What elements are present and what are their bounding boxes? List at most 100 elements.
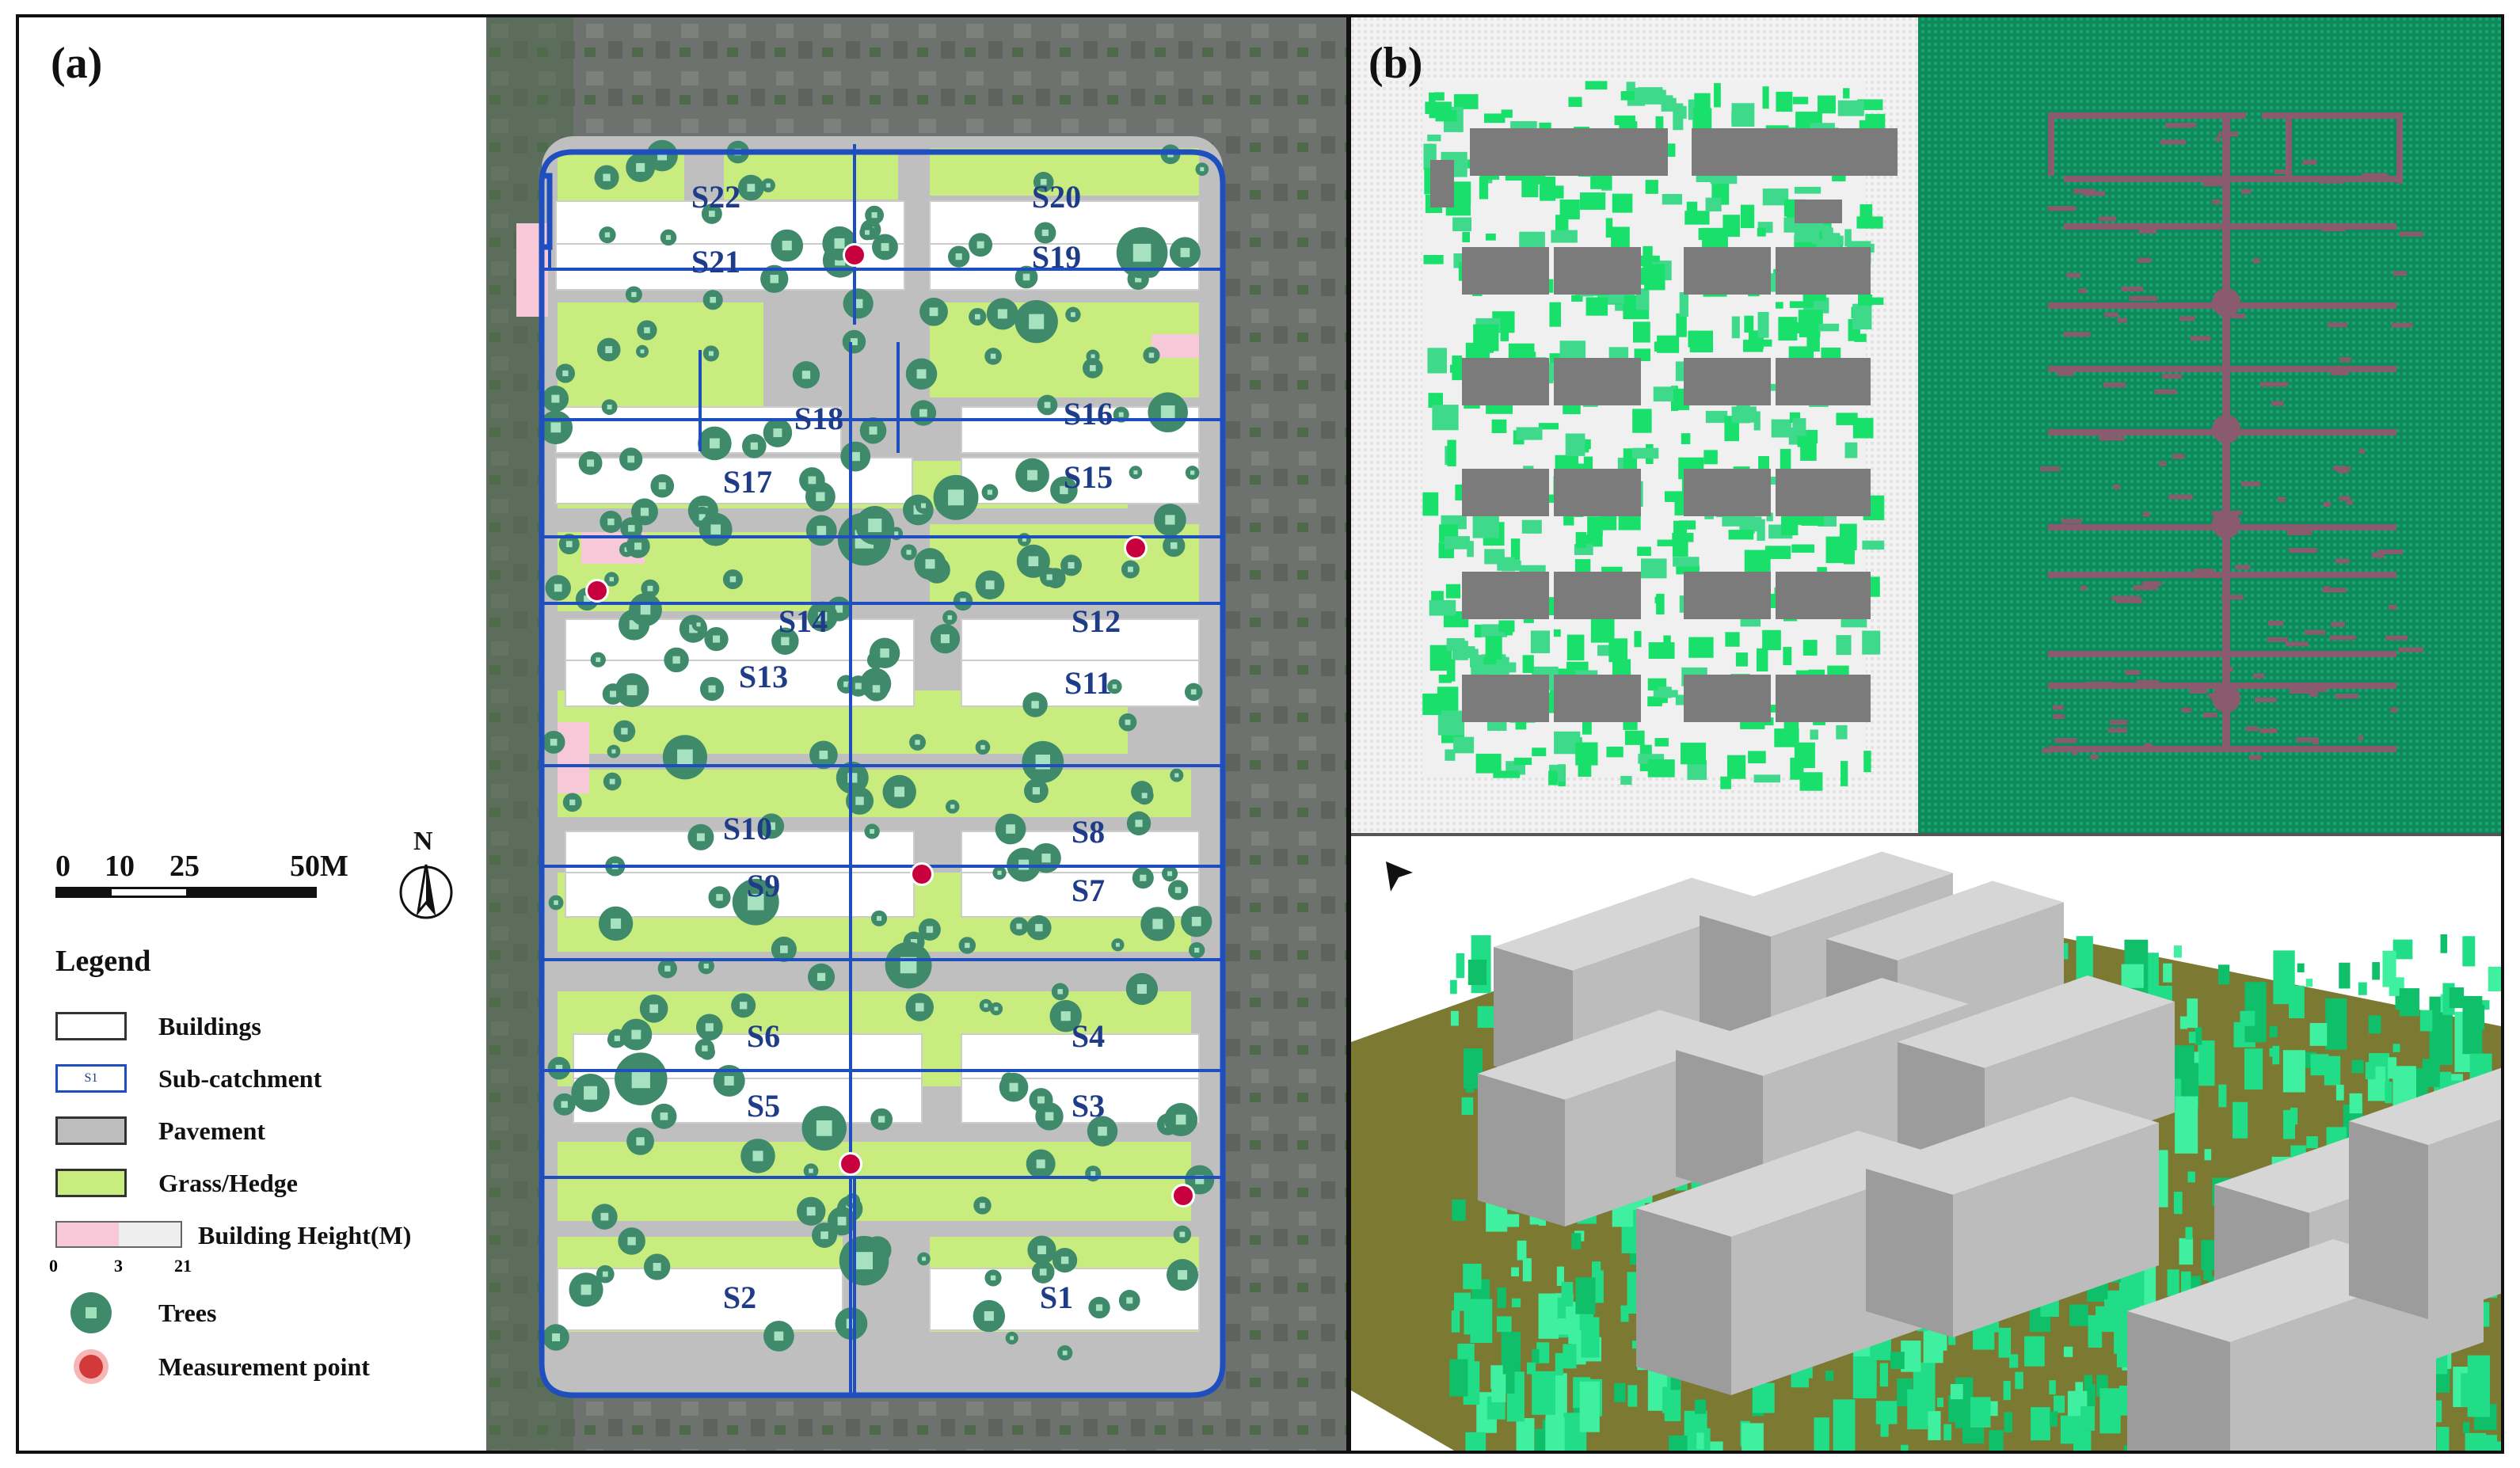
tree-center <box>1125 719 1131 725</box>
figure-frame: (a) 0 10 25 50M N Legend Buildings S1 Su… <box>16 14 2504 1454</box>
vegetation-cell <box>1612 193 1633 213</box>
vegetation-voxel <box>2282 1050 2305 1093</box>
legend-label-building-height: Building Height(M) <box>198 1221 412 1249</box>
vegetation-cell <box>1740 204 1755 229</box>
panel-a-label: (a) <box>51 39 103 88</box>
plan-building <box>1684 469 1771 516</box>
vegetation-voxel <box>1532 1371 1555 1415</box>
plan-view-content <box>1422 81 1898 791</box>
vegetation-voxel <box>2269 1048 2277 1057</box>
vegetation-cell <box>1844 442 1858 458</box>
tree-center <box>801 371 811 379</box>
vegetation-voxel <box>2179 1238 2194 1265</box>
vegetation-cell <box>1658 686 1672 698</box>
vegetation-cell <box>1657 539 1677 546</box>
measurement-point-icon <box>74 1349 108 1384</box>
drainage-stub <box>2252 258 2260 264</box>
tree-center <box>819 751 828 759</box>
drainage-stub <box>2398 647 2424 652</box>
drainage-stub <box>2190 336 2211 341</box>
height-scale-3: 3 <box>114 1256 123 1276</box>
vegetation-voxel <box>2049 1380 2056 1395</box>
tree-center <box>1140 874 1147 881</box>
tree-center <box>611 918 622 929</box>
drainage-stub <box>2253 673 2265 679</box>
tree-center <box>834 238 845 249</box>
drainage-stub <box>2061 519 2082 524</box>
tree-center <box>602 1271 608 1277</box>
vegetation-voxel <box>2188 1032 2196 1044</box>
vegetation-cell <box>1742 340 1764 352</box>
low-building <box>558 722 589 793</box>
drainage-stub <box>2385 635 2408 641</box>
drainage-stub <box>2271 401 2284 406</box>
tree-center <box>702 1045 708 1052</box>
vegetation-cell <box>1479 177 1489 200</box>
vegetation-voxel <box>1879 1363 1889 1387</box>
tree-center <box>1174 887 1182 893</box>
tree-center <box>644 327 650 333</box>
vegetation-voxel <box>1461 1097 1474 1116</box>
drainage-stub <box>2321 226 2346 232</box>
vegetation-cell <box>1780 448 1791 471</box>
vegetation-cell <box>1521 519 1542 534</box>
drainage-node <box>2212 684 2240 713</box>
building-side <box>1478 1074 1565 1227</box>
tree-center <box>1060 1256 1069 1265</box>
tree-center <box>626 685 638 696</box>
vegetation-cell <box>1549 302 1562 327</box>
tree-center <box>1046 574 1053 580</box>
vegetation-cell <box>1532 747 1547 757</box>
vegetation-voxel <box>1522 1258 1532 1282</box>
vegetation-cell <box>1429 599 1456 616</box>
drainage-stub <box>2133 585 2158 591</box>
vegetation-voxel <box>1627 1385 1638 1407</box>
vegetation-voxel <box>2063 1346 2073 1357</box>
vegetation-voxel <box>2204 1149 2212 1161</box>
vegetation-voxel <box>1694 1399 1707 1414</box>
vegetation-voxel <box>1511 1267 1519 1277</box>
vegetation-cell <box>1727 755 1746 779</box>
vegetation-cell <box>1583 456 1593 470</box>
tree-center <box>984 1003 988 1008</box>
vegetation-voxel <box>1814 1417 1829 1451</box>
vegetation-cell <box>1854 333 1867 342</box>
drainage-stub <box>2358 736 2363 741</box>
tree-center <box>984 1310 994 1322</box>
drainage-stub <box>2040 466 2060 472</box>
panel-b: (b) <box>1351 17 2501 1451</box>
tree-center <box>631 1069 650 1089</box>
vegetation-cell <box>1582 721 1592 735</box>
vegetation-voxel <box>1451 1310 1460 1333</box>
vegetation-cell <box>1689 330 1714 352</box>
drainage-stub <box>2267 621 2284 626</box>
grass-swatch <box>55 1169 127 1197</box>
building-side <box>1866 1169 1953 1337</box>
height-scale-0: 0 <box>49 1256 58 1276</box>
vegetation-voxel <box>2358 982 2367 995</box>
legend-label-subcatchment: Sub-catchment <box>158 1064 322 1093</box>
vegetation-voxel <box>1545 1417 1565 1451</box>
vegetation-cell <box>1423 255 1444 264</box>
grass-patch <box>558 770 1191 817</box>
tree-center <box>747 184 756 192</box>
tree-center <box>1089 365 1096 371</box>
drainage-stub <box>2215 136 2221 142</box>
vegetation-cell <box>1505 626 1513 636</box>
vegetation-cell <box>1744 315 1754 333</box>
vegetation-cell <box>1565 433 1585 456</box>
drainage-stub <box>2168 494 2193 500</box>
drainage-stub <box>2144 743 2153 748</box>
vegetation-cell <box>1483 656 1497 665</box>
vegetation-cell <box>1810 729 1818 740</box>
tree-center <box>997 309 1007 319</box>
drainage-stub <box>2207 693 2229 698</box>
plan-building <box>1684 358 1771 405</box>
vegetation-cell <box>1863 751 1871 773</box>
tree-center <box>987 489 993 495</box>
drainage-pipe-vertical <box>2396 112 2403 184</box>
drainage-stub <box>2142 512 2150 517</box>
tree-center <box>696 622 701 627</box>
measurement-point <box>841 1154 860 1173</box>
tree-center <box>603 173 611 181</box>
